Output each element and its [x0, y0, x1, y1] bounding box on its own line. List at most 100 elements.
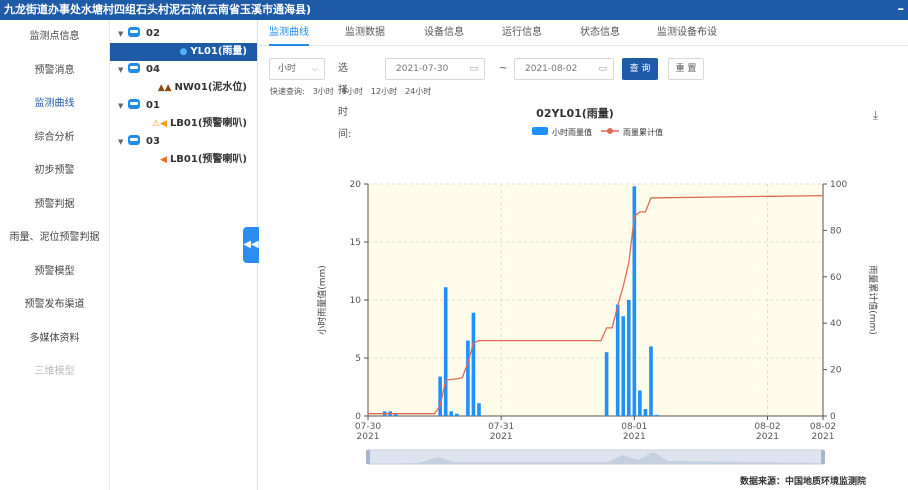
tree-leaf-label: NW01(泥水位): [174, 82, 247, 93]
nav-item-4[interactable]: 初步预警: [0, 154, 109, 188]
legend-label: 雨量累计值: [623, 127, 663, 137]
rain-bar: [471, 312, 476, 416]
nav-item-9[interactable]: 多媒体资料: [0, 322, 109, 356]
tree-group-02[interactable]: ▼ 02: [110, 25, 257, 43]
tree-leaf[interactable]: ▲▲ NW01(泥水位): [110, 79, 257, 97]
x-tick-label: 2021: [490, 432, 513, 442]
chevron-down-icon: ▼: [118, 102, 124, 110]
tree-group-label: 02: [146, 28, 160, 39]
y2-axis-label: 雨量累计值(mm): [867, 265, 879, 335]
x-tick-label: 07-31: [488, 422, 514, 432]
chart-title: 02YL01(雨量): [536, 107, 614, 120]
date-separator: ~: [499, 63, 508, 74]
rain-bar: [454, 413, 459, 416]
mud-level-icon: ▲▲: [157, 83, 172, 93]
y-tick-label: 0: [355, 412, 361, 422]
close-icon[interactable]: –: [898, 0, 905, 20]
rain-bar: [621, 316, 626, 416]
legend-line-marker: [607, 128, 613, 134]
device-tree: ▼ 02 ● YL01(雨量) ▼ 04 ▲▲ NW01(泥水位) ▼ 01 ⚠◀ LB01(预警喇叭…: [110, 20, 258, 490]
reset-button[interactable]: 重 置: [668, 58, 704, 80]
tab-3[interactable]: 运行信息: [502, 20, 542, 46]
rain-bar: [638, 390, 642, 416]
x-tick-label: 08-02: [810, 422, 836, 432]
tree-leaf-label: LB01(预警喇叭): [169, 154, 247, 165]
tree-group-label: 03: [146, 136, 160, 147]
tree-leaf-label: YL01(雨量): [190, 46, 247, 57]
nav-item-8[interactable]: 预警发布渠道: [0, 288, 109, 322]
chart-area: ⤓ 02YL01(雨量) 小时雨量值 雨量累计值 0 5 10 15 20 0 20 40 60 80 1…: [259, 104, 908, 490]
nav-item-1[interactable]: 预警消息: [0, 54, 109, 88]
tab-1[interactable]: 监测数据: [345, 20, 385, 46]
y2-tick-label: 60: [830, 273, 842, 283]
rain-bar: [626, 300, 631, 416]
start-date-input[interactable]: 2021-07-30 ▭: [385, 58, 485, 80]
query-button[interactable]: 查 询: [622, 58, 658, 80]
quick-option-3[interactable]: 24小时: [405, 87, 431, 96]
chevron-down-icon: ▼: [118, 66, 124, 74]
left-nav: 监测点信息 预警消息 监测曲线 综合分析 初步预警 预警判据 雨量、泥位预警判据 预警模型 预警…: [0, 20, 110, 490]
x-tick-label: 2021: [623, 432, 646, 442]
nav-item-7[interactable]: 预警模型: [0, 255, 109, 289]
calendar-icon: ▭: [598, 64, 607, 74]
collapse-panel-button[interactable]: ◀◀: [243, 227, 259, 263]
y2-tick-label: 40: [830, 319, 842, 329]
download-icon[interactable]: ⤓: [873, 108, 878, 123]
nav-item-6[interactable]: 雨量、泥位预警判据: [0, 221, 109, 255]
tab-4[interactable]: 状态信息: [580, 20, 620, 46]
device-icon: [128, 99, 140, 109]
end-date-input[interactable]: 2021-08-02 ▭: [514, 58, 614, 80]
x-tick-label: 2021: [756, 432, 779, 442]
zoom-handle-left[interactable]: [366, 450, 370, 464]
chevron-down-icon: ⌵: [311, 64, 318, 73]
tree-leaf[interactable]: ⚠◀ LB01(预警喇叭): [110, 115, 257, 133]
y2-tick-label: 100: [830, 180, 847, 190]
tab-0[interactable]: 监测曲线: [269, 20, 309, 46]
x-tick-label: 07-30: [355, 422, 381, 432]
y-tick-label: 15: [350, 238, 361, 248]
rain-bar: [443, 287, 448, 416]
rain-bar: [654, 414, 659, 416]
rain-bar: [649, 346, 653, 416]
nav-item-3[interactable]: 综合分析: [0, 121, 109, 155]
nav-item-2[interactable]: 监测曲线: [0, 87, 109, 121]
tab-2[interactable]: 设备信息: [424, 20, 464, 46]
droplet-icon: ●: [179, 47, 188, 57]
y-tick-label: 10: [350, 296, 362, 306]
nav-item-5[interactable]: 预警判据: [0, 188, 109, 222]
main-panel: 监测曲线 监测数据 设备信息 运行信息 状态信息 监测设备布设 小时 ⌵ 选择时间: 20…: [259, 20, 908, 490]
x-tick-label: 08-01: [621, 422, 647, 432]
rain-bar: [438, 376, 442, 416]
quick-query: 快速查询: 3小时 6小时 12小时 24小时: [270, 86, 439, 97]
quick-query-label: 快速查询:: [270, 87, 305, 96]
device-icon: [128, 63, 140, 73]
chevron-down-icon: ▼: [118, 30, 124, 38]
y-tick-label: 20: [350, 180, 362, 190]
rain-bar: [466, 340, 470, 416]
device-icon: [128, 135, 140, 145]
chevron-down-icon: ▼: [118, 138, 124, 146]
quick-option-0[interactable]: 3小时: [313, 87, 334, 96]
interval-select-value: 小时: [278, 64, 297, 74]
nav-item-10: 三维模型: [34, 366, 75, 377]
zoom-handle-right[interactable]: [821, 450, 825, 464]
tree-leaf[interactable]: ● YL01(雨量): [110, 43, 257, 61]
interval-select[interactable]: 小时 ⌵: [269, 58, 325, 80]
legend-bar-swatch: [532, 127, 548, 135]
tree-group-01[interactable]: ▼ 01: [110, 97, 257, 115]
rain-bar: [615, 304, 620, 416]
calendar-icon: ▭: [469, 64, 478, 74]
tree-leaf[interactable]: ◀ LB01(预警喇叭): [110, 151, 257, 169]
nav-item-0[interactable]: 监测点信息: [0, 20, 109, 54]
y2-tick-label: 20: [830, 366, 842, 376]
window-title: 九龙街道办事处水塘村四组石头村泥石流(云南省玉溪市通海县): [4, 3, 312, 16]
quick-option-1[interactable]: 6小时: [342, 87, 363, 96]
speaker-icon: ◀: [160, 155, 167, 165]
quick-option-2[interactable]: 12小时: [371, 87, 397, 96]
tree-group-03[interactable]: ▼ 03: [110, 133, 257, 151]
tab-5[interactable]: 监测设备布设: [657, 20, 717, 46]
start-date-value: 2021-07-30: [396, 64, 449, 74]
double-chevron-left-icon: ◀◀: [243, 239, 259, 250]
x-tick-label: 2021: [357, 432, 380, 442]
tree-group-04[interactable]: ▼ 04: [110, 61, 257, 79]
